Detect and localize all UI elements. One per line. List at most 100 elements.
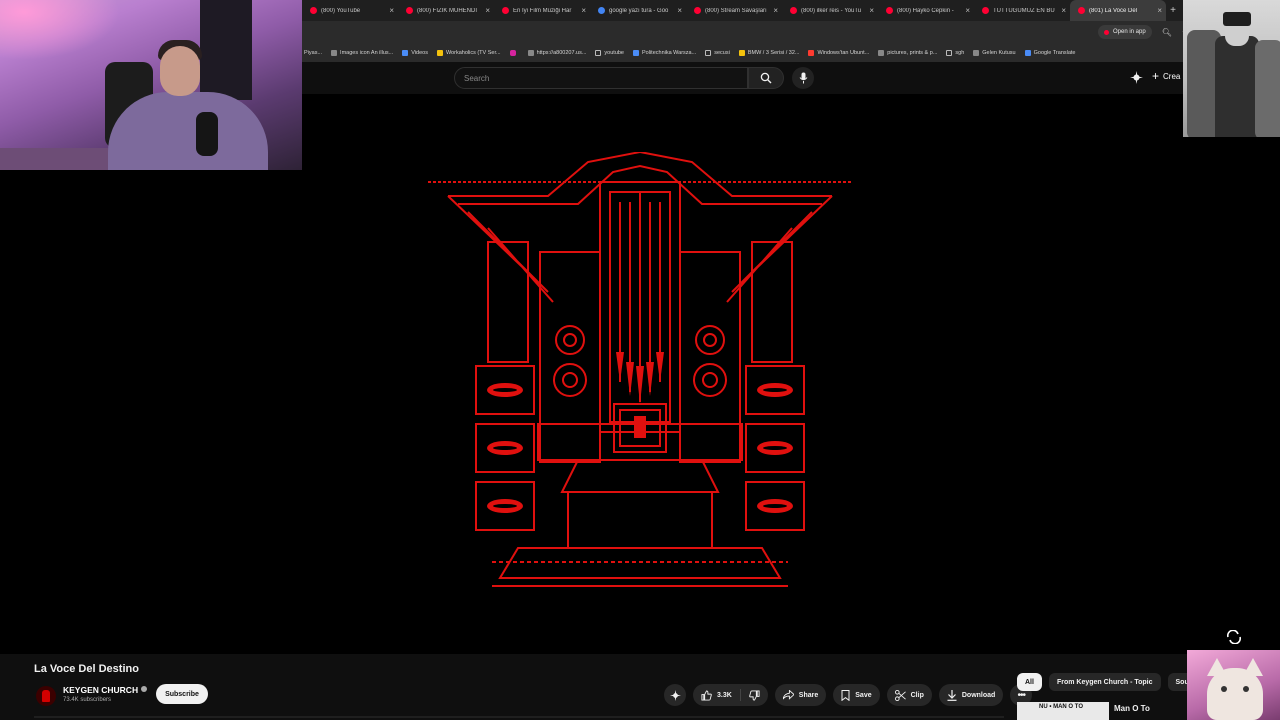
save-label: Save bbox=[855, 691, 872, 699]
browser-tab[interactable]: En İyi Film Müziği Har × bbox=[494, 0, 590, 21]
filter-chip[interactable]: From Keygen Church - Topic bbox=[1048, 673, 1161, 691]
browser-tab[interactable]: (800) ilker reis - YouTu × bbox=[782, 0, 878, 21]
recommendation-thumbnail[interactable]: NU • MAN O TO bbox=[1017, 702, 1109, 720]
loop-icon[interactable] bbox=[1226, 630, 1242, 644]
page-icon bbox=[878, 49, 885, 56]
bookmark-icon bbox=[841, 689, 850, 701]
download-icon bbox=[947, 689, 957, 701]
browser-tab[interactable]: (800) Hayko Cepkin - × bbox=[878, 0, 974, 21]
create-ai-icon[interactable] bbox=[1130, 71, 1143, 84]
bookmark-label: Windows'tan Ubunt... bbox=[817, 49, 870, 56]
create-button[interactable]: + Crea bbox=[1152, 70, 1180, 82]
browser-tab[interactable]: (800) FİZİK MÜHENDİ × bbox=[398, 0, 494, 21]
page-icon bbox=[527, 49, 534, 56]
new-tab-button[interactable]: + bbox=[1166, 5, 1180, 16]
channel-name-text: KEYGEN CHURCH bbox=[63, 685, 139, 695]
search-button[interactable] bbox=[748, 67, 784, 89]
recommendation-title[interactable]: Man O To bbox=[1114, 704, 1150, 713]
folder-icon bbox=[946, 49, 953, 56]
cat-eye-right bbox=[1243, 686, 1249, 692]
bookmark-item[interactable]: BMW / 3 Serisi / 32... bbox=[738, 49, 800, 56]
yellow-icon bbox=[436, 49, 443, 56]
subscriber-count: 73.4K subscribers bbox=[63, 697, 112, 703]
browser-tab[interactable]: (801) La Voce Del × bbox=[1070, 0, 1166, 21]
close-tab-icon[interactable]: × bbox=[677, 6, 682, 15]
like-count: 3.3K bbox=[717, 691, 732, 699]
bookmark-item[interactable]: Videos bbox=[402, 49, 428, 56]
streamer-webcam bbox=[0, 0, 302, 170]
thumbs-down-icon bbox=[749, 689, 760, 701]
tab-title: (800) Hayko Cepkin - bbox=[897, 7, 954, 14]
bookmark-item[interactable]: Google Translate bbox=[1024, 49, 1076, 56]
open-in-app-button[interactable]: Open in app bbox=[1098, 25, 1152, 39]
bookmark-label: Google Translate bbox=[1033, 49, 1076, 56]
clip-button[interactable]: Clip bbox=[886, 684, 932, 706]
open-in-app-label: Open in app bbox=[1113, 29, 1146, 35]
webcam-person-body bbox=[108, 92, 268, 170]
bookmark-item[interactable] bbox=[509, 49, 519, 56]
cat-overlay bbox=[1187, 650, 1280, 720]
clip-label: Clip bbox=[910, 691, 924, 699]
bookmark-item[interactable]: Piyas... bbox=[304, 50, 322, 56]
browser-tab[interactable]: TUTTUĞUMUZ EN BÜ × bbox=[974, 0, 1070, 21]
voice-search-button[interactable] bbox=[792, 67, 814, 89]
subscribe-button[interactable]: Subscribe bbox=[156, 684, 208, 704]
sparkle-icon bbox=[669, 689, 681, 701]
save-button[interactable]: Save bbox=[833, 684, 880, 706]
close-tab-icon[interactable]: × bbox=[773, 6, 778, 15]
youtube-dot-icon bbox=[1104, 29, 1109, 35]
filter-chip[interactable]: All bbox=[1017, 673, 1042, 691]
close-tab-icon[interactable]: × bbox=[965, 6, 970, 15]
search-icon bbox=[760, 72, 772, 84]
bookmark-label: Gelen Kutusu bbox=[982, 49, 1016, 56]
bookmark-item[interactable]: youtube bbox=[595, 49, 624, 56]
bookmark-item[interactable]: Windows'tan Ubunt... bbox=[808, 49, 870, 56]
bookmark-item[interactable]: Images icon An illus... bbox=[331, 49, 393, 56]
bookmark-item[interactable]: Politechnika Warsza... bbox=[633, 49, 696, 56]
instagram-icon bbox=[509, 49, 516, 56]
bookmark-label: BMW / 3 Serisi / 32... bbox=[747, 49, 800, 56]
related-filter-chips: AllFrom Keygen Church - TopicSound bbox=[1017, 673, 1212, 691]
page-icon bbox=[331, 49, 338, 56]
close-tab-icon[interactable]: × bbox=[869, 6, 874, 15]
browser-tab[interactable]: (800) YouTube × bbox=[302, 0, 398, 21]
like-button[interactable]: 3.3K bbox=[693, 684, 740, 706]
close-tab-icon[interactable]: × bbox=[485, 6, 490, 15]
youtube-masthead: Search + Crea bbox=[302, 62, 1280, 94]
bookmark-item[interactable]: pictures, prints & p... bbox=[878, 49, 938, 56]
search-input[interactable]: Search bbox=[454, 67, 748, 89]
bookmark-item[interactable]: sgh bbox=[946, 49, 964, 56]
address-bar-area bbox=[302, 21, 1090, 43]
video-player[interactable] bbox=[0, 94, 1280, 654]
webcam-microphone bbox=[196, 112, 218, 156]
bookmark-item[interactable]: Gelen Kutusu bbox=[973, 49, 1016, 56]
bookmark-item[interactable]: secusi bbox=[705, 49, 730, 56]
yellow-icon bbox=[738, 49, 745, 56]
divider bbox=[34, 716, 1004, 718]
close-tab-icon[interactable]: × bbox=[1061, 6, 1066, 15]
bookmarks-bar: Piyas... Images icon An illus... Videos Wor… bbox=[302, 43, 1280, 62]
browser-tab[interactable]: (800) Stream Savaşları × bbox=[686, 0, 782, 21]
browser-tab[interactable]: google yazı tura - Goo × bbox=[590, 0, 686, 21]
bookmark-item[interactable]: Workaholics (TV Ser... bbox=[436, 49, 501, 56]
dislike-button[interactable] bbox=[741, 684, 768, 706]
tab-title: En İyi Film Müziği Har bbox=[513, 7, 572, 14]
download-button[interactable]: Download bbox=[938, 684, 1004, 706]
channel-avatar[interactable] bbox=[36, 686, 56, 706]
ask-ai-button[interactable] bbox=[664, 684, 686, 706]
youtube-icon bbox=[886, 7, 893, 14]
share-button[interactable]: Share bbox=[774, 684, 827, 706]
close-tab-icon[interactable]: × bbox=[581, 6, 586, 15]
browser-tab-strip: (800) YouTube × (800) FİZİK MÜHENDİ × En İyi… bbox=[302, 0, 1280, 21]
channel-name[interactable]: KEYGEN CHURCH bbox=[63, 685, 148, 695]
bookmark-label: pictures, prints & p... bbox=[887, 49, 938, 56]
bookmark-item[interactable]: https://a800207.us... bbox=[527, 49, 586, 56]
youtube-icon bbox=[1078, 7, 1085, 14]
close-tab-icon[interactable]: × bbox=[1157, 6, 1162, 15]
zoom-icon[interactable]: 🔍︎ bbox=[1162, 28, 1172, 37]
video-info-section: La Voce Del Destino KEYGEN CHURCH 73.4K … bbox=[0, 654, 1280, 720]
close-tab-icon[interactable]: × bbox=[389, 6, 394, 15]
bookmark-label: Piyas... bbox=[304, 49, 323, 56]
tab-title: google yazı tura - Goo bbox=[609, 7, 669, 14]
microphone-icon bbox=[799, 72, 807, 84]
